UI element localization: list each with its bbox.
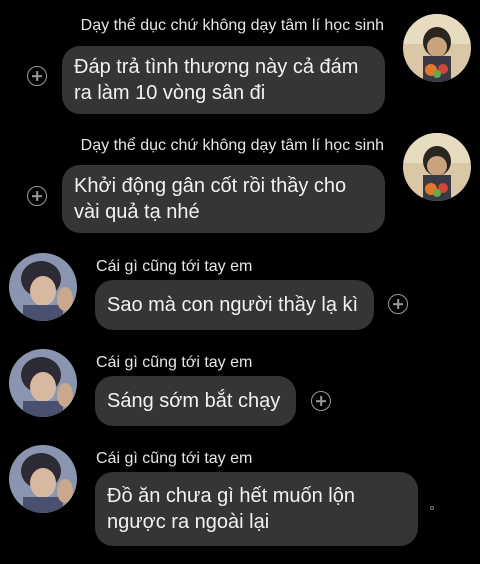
add-reaction-icon[interactable]	[388, 294, 408, 314]
sender-name: Cái gì cũng tới tay em	[96, 258, 253, 275]
sender-name: Cái gì cũng tới tay em	[96, 450, 253, 467]
sender-name: Cái gì cũng tới tay em	[96, 354, 253, 371]
add-reaction-icon[interactable]	[27, 186, 47, 206]
student-avatar[interactable]	[9, 253, 77, 321]
teacher-avatar[interactable]	[403, 14, 471, 82]
sender-name: Dạy thể dục chứ không dạy tâm lí học sin…	[80, 137, 384, 154]
student-avatar[interactable]	[9, 349, 77, 417]
message-bubble[interactable]: Khởi động gân cốt rồi thầy cho vài quả t…	[62, 165, 385, 233]
add-reaction-icon[interactable]	[311, 391, 331, 411]
message-bubble[interactable]: Sáng sớm bắt chạy	[95, 376, 296, 426]
message-bubble[interactable]: Đáp trả tình thương này cả đám ra làm 10…	[62, 46, 385, 114]
student-avatar[interactable]	[9, 445, 77, 513]
message-bubble[interactable]: Sao mà con người thầy lạ kì	[95, 280, 374, 330]
message-bubble[interactable]: Đồ ăn chưa gì hết muốn lộn ngược ra ngoà…	[95, 472, 418, 546]
teacher-avatar[interactable]	[403, 133, 471, 201]
read-receipt-icon	[430, 506, 434, 510]
sender-name: Dạy thể dục chứ không dạy tâm lí học sin…	[80, 17, 384, 34]
add-reaction-icon[interactable]	[27, 66, 47, 86]
